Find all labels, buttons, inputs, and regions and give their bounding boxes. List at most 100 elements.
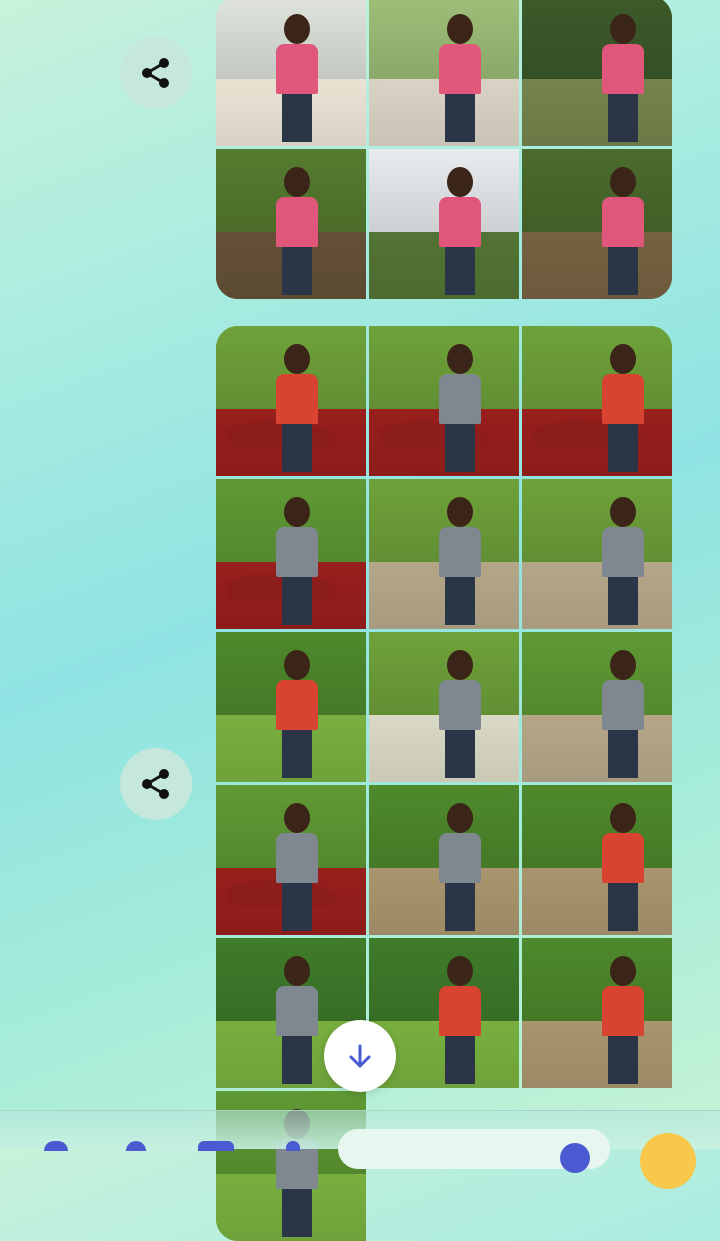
share-button[interactable] (120, 37, 192, 109)
person-head (447, 650, 473, 680)
photo-ground (522, 562, 672, 630)
person-shirt (602, 527, 644, 577)
person-legs (282, 247, 312, 295)
message-input-bar (0, 1110, 720, 1149)
photo-thumbnail[interactable] (216, 0, 366, 146)
person-head (284, 956, 310, 986)
person-shirt (602, 44, 644, 94)
photo-thumbnail[interactable] (522, 326, 672, 476)
person-shirt (276, 374, 318, 424)
person-head (447, 344, 473, 374)
photo-ground (522, 1021, 672, 1089)
photo-thumbnail[interactable] (369, 149, 519, 299)
person-shirt (276, 197, 318, 247)
photo-ground (522, 868, 672, 936)
photo-background (522, 0, 672, 79)
person-legs (608, 883, 638, 931)
share-button[interactable] (120, 748, 192, 820)
person-head (610, 803, 636, 833)
photo-background (522, 938, 672, 1021)
share-icon (140, 57, 172, 89)
mic-icon[interactable] (286, 1141, 300, 1151)
person-shirt (276, 833, 318, 883)
person-legs (608, 1036, 638, 1084)
photo-thumbnail[interactable] (522, 632, 672, 782)
person-shirt (276, 680, 318, 730)
share-icon (140, 768, 172, 800)
add-icon[interactable] (44, 1141, 68, 1151)
person-head (447, 803, 473, 833)
person-legs (445, 247, 475, 295)
photo-thumbnail[interactable] (522, 0, 672, 146)
person-shirt (602, 833, 644, 883)
person-shirt (602, 680, 644, 730)
photo-background (522, 632, 672, 715)
photo-album (216, 0, 672, 299)
person-shirt (439, 527, 481, 577)
photo-thumbnail[interactable] (369, 326, 519, 476)
person-head (447, 497, 473, 527)
person-shirt (276, 44, 318, 94)
person-shirt (439, 986, 481, 1036)
person-shirt (602, 986, 644, 1036)
photo-background (522, 149, 672, 232)
camera-icon[interactable] (126, 1141, 146, 1151)
photo-thumbnail[interactable] (216, 149, 366, 299)
person-shirt (602, 374, 644, 424)
person-legs (445, 424, 475, 472)
person-legs (445, 577, 475, 625)
person-head (610, 344, 636, 374)
person-head (284, 14, 310, 44)
person-legs (445, 1036, 475, 1084)
person-legs (608, 247, 638, 295)
photo-thumbnail[interactable] (369, 785, 519, 935)
person-legs (608, 730, 638, 778)
person-head (284, 497, 310, 527)
person-legs (608, 424, 638, 472)
person-shirt (602, 197, 644, 247)
person-legs (282, 577, 312, 625)
person-shirt (276, 527, 318, 577)
photo-ground (522, 232, 672, 300)
person-shirt (439, 680, 481, 730)
photo-thumbnail[interactable] (216, 632, 366, 782)
photo-thumbnail[interactable] (522, 938, 672, 1088)
person-legs (445, 94, 475, 142)
person-shirt (439, 197, 481, 247)
person-head (284, 167, 310, 197)
photo-thumbnail[interactable] (522, 479, 672, 629)
person-legs (282, 1036, 312, 1084)
photo-thumbnail[interactable] (369, 0, 519, 146)
person-legs (282, 730, 312, 778)
photo-thumbnail[interactable] (216, 785, 366, 935)
photo-thumbnail[interactable] (369, 632, 519, 782)
person-legs (282, 883, 312, 931)
photo-thumbnail[interactable] (216, 479, 366, 629)
person-head (284, 344, 310, 374)
person-head (447, 956, 473, 986)
person-head (284, 803, 310, 833)
photo-thumbnail[interactable] (522, 785, 672, 935)
photo-ground (522, 79, 672, 147)
person-head (610, 14, 636, 44)
gallery-icon[interactable] (198, 1141, 234, 1151)
person-head (610, 956, 636, 986)
person-legs (282, 424, 312, 472)
emoji-icon[interactable] (640, 1133, 696, 1189)
photo-thumbnail[interactable] (216, 326, 366, 476)
photo-album (216, 326, 672, 1241)
person-legs (445, 883, 475, 931)
person-head (284, 650, 310, 680)
person-head (610, 167, 636, 197)
message-input[interactable] (338, 1129, 610, 1169)
photo-thumbnail[interactable] (522, 149, 672, 299)
person-legs (282, 94, 312, 142)
photo-thumbnail[interactable] (369, 479, 519, 629)
person-legs (608, 577, 638, 625)
scroll-down-button[interactable] (324, 1020, 396, 1092)
person-legs (445, 730, 475, 778)
person-shirt (439, 833, 481, 883)
photo-background (522, 785, 672, 868)
person-legs (282, 1189, 312, 1237)
person-shirt (439, 374, 481, 424)
